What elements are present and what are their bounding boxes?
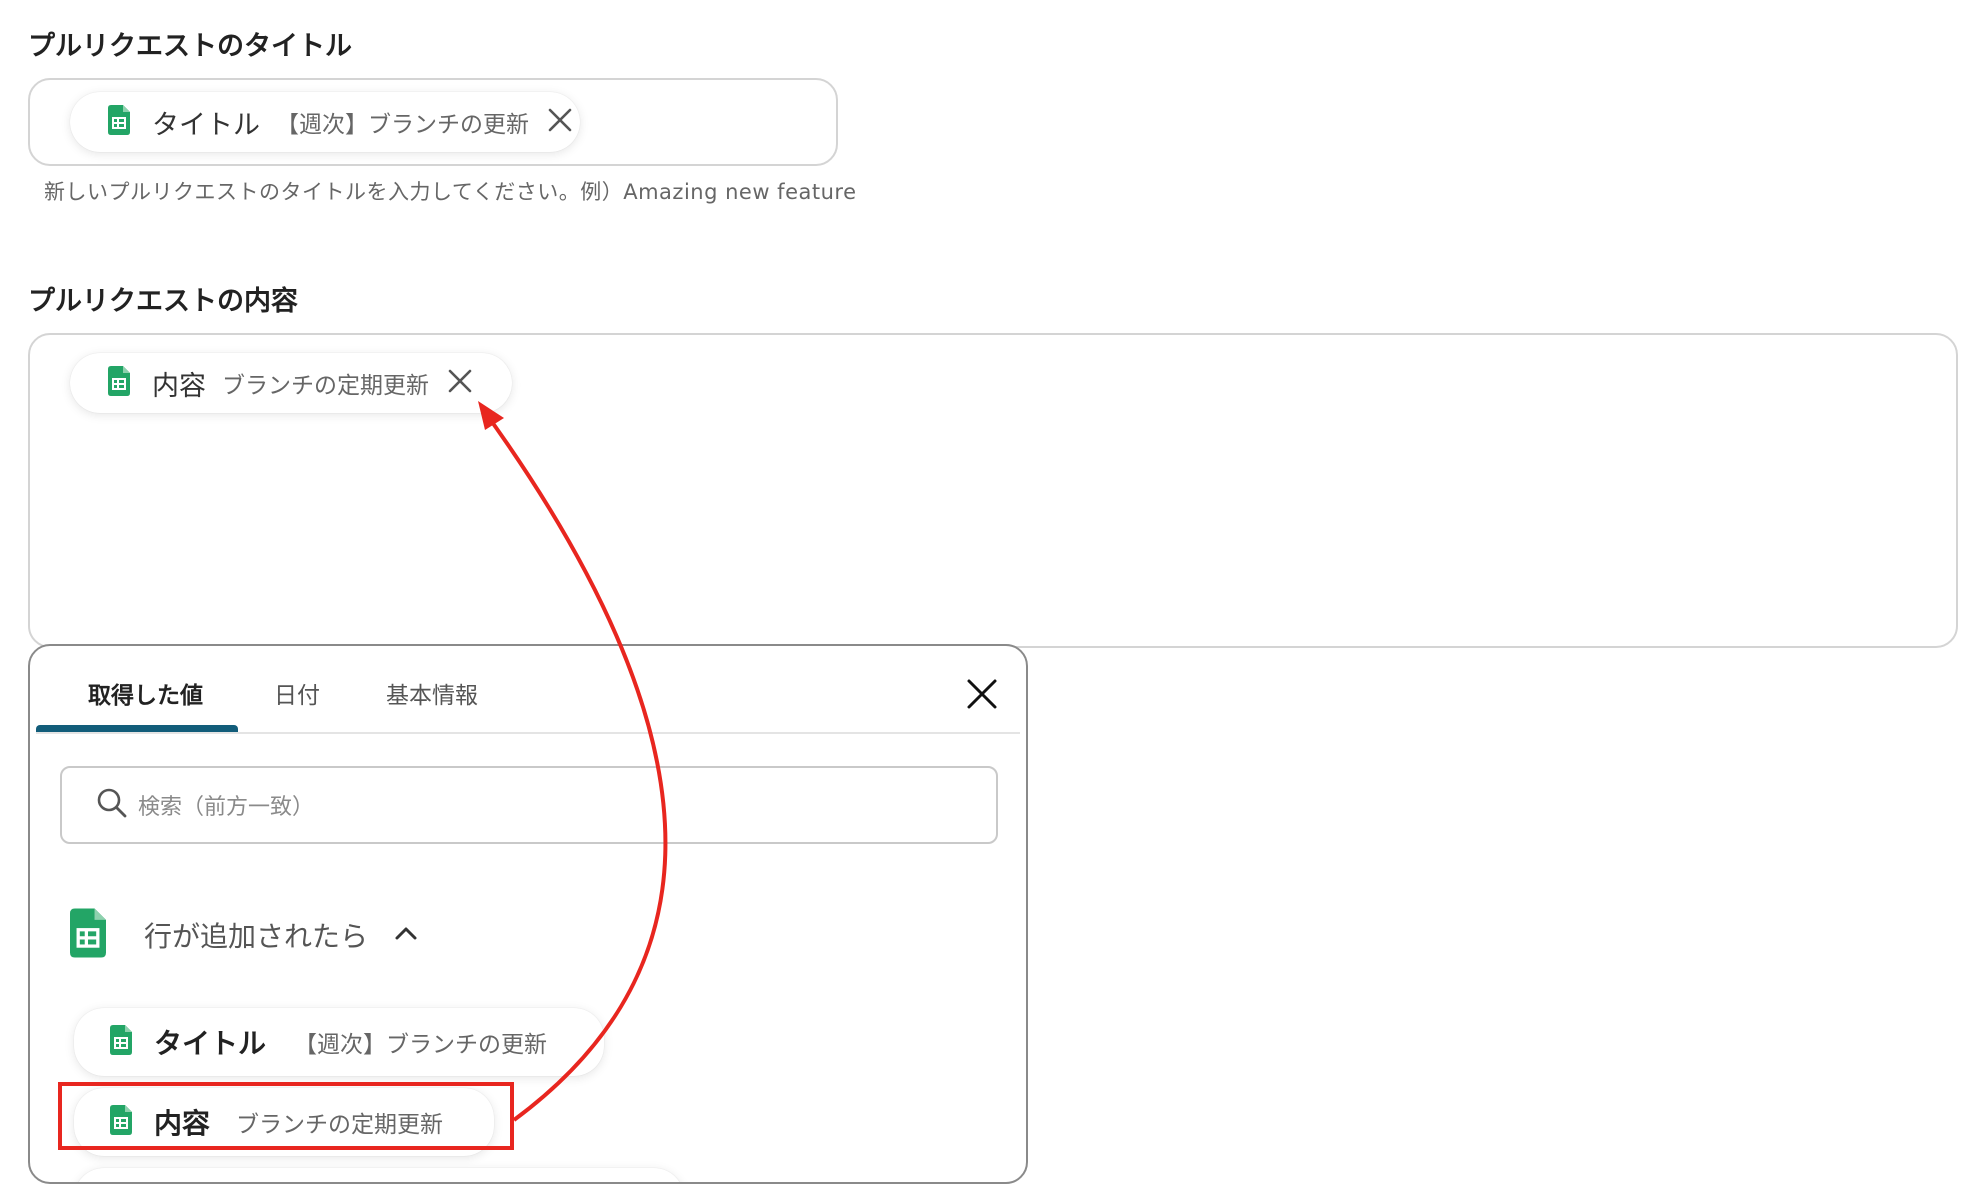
annotation-highlight-box [58,1082,514,1150]
title-variable-chip[interactable]: タイトル 【週次】ブランチの更新 [70,92,580,152]
chevron-up-icon[interactable] [394,925,418,945]
group-title: 行が追加されたら [144,920,369,953]
search-input[interactable]: 検索（前方一致） [60,766,998,844]
tab-basic-info[interactable]: 基本情報 [386,676,478,710]
tab-acquired-values[interactable]: 取得した値 [88,676,203,710]
picker-item-partial[interactable] [74,1168,684,1182]
search-icon [96,787,128,823]
content-field[interactable]: 内容 ブランチの定期更新 [28,333,1958,648]
chip-name: タイトル [152,109,260,141]
title-hint-text: 新しいプルリクエストのタイトルを入力してください。例）Amazing new f… [44,180,857,204]
tabs-divider [36,732,1020,734]
title-field[interactable]: タイトル 【週次】ブランチの更新 [28,78,838,166]
chip-value: 【週次】ブランチの更新 [294,1032,548,1058]
picker-item-title[interactable]: タイトル 【週次】ブランチの更新 [74,1008,604,1076]
content-variable-chip[interactable]: 内容 ブランチの定期更新 [70,353,512,413]
google-sheets-icon [70,908,106,962]
content-section-label: プルリクエストの内容 [28,286,298,317]
tab-date[interactable]: 日付 [274,676,320,710]
close-icon[interactable] [547,107,573,137]
picker-tabs: 取得した値 日付 基本情報 [30,646,1026,734]
google-sheets-icon [110,1025,132,1059]
google-sheets-icon [108,105,130,139]
chip-value: ブランチの定期更新 [222,373,429,399]
chip-name: 内容 [152,370,206,402]
google-sheets-icon [108,366,130,400]
search-placeholder: 検索（前方一致） [138,795,315,820]
title-section-label: プルリクエストのタイトル [28,31,352,62]
close-icon[interactable] [966,678,998,714]
trigger-group-header[interactable]: 行が追加されたら [70,908,418,962]
chip-name: タイトル [154,1027,267,1060]
active-tab-indicator [36,725,238,732]
close-icon[interactable] [447,368,473,398]
chip-value: 【週次】ブランチの更新 [276,112,529,138]
